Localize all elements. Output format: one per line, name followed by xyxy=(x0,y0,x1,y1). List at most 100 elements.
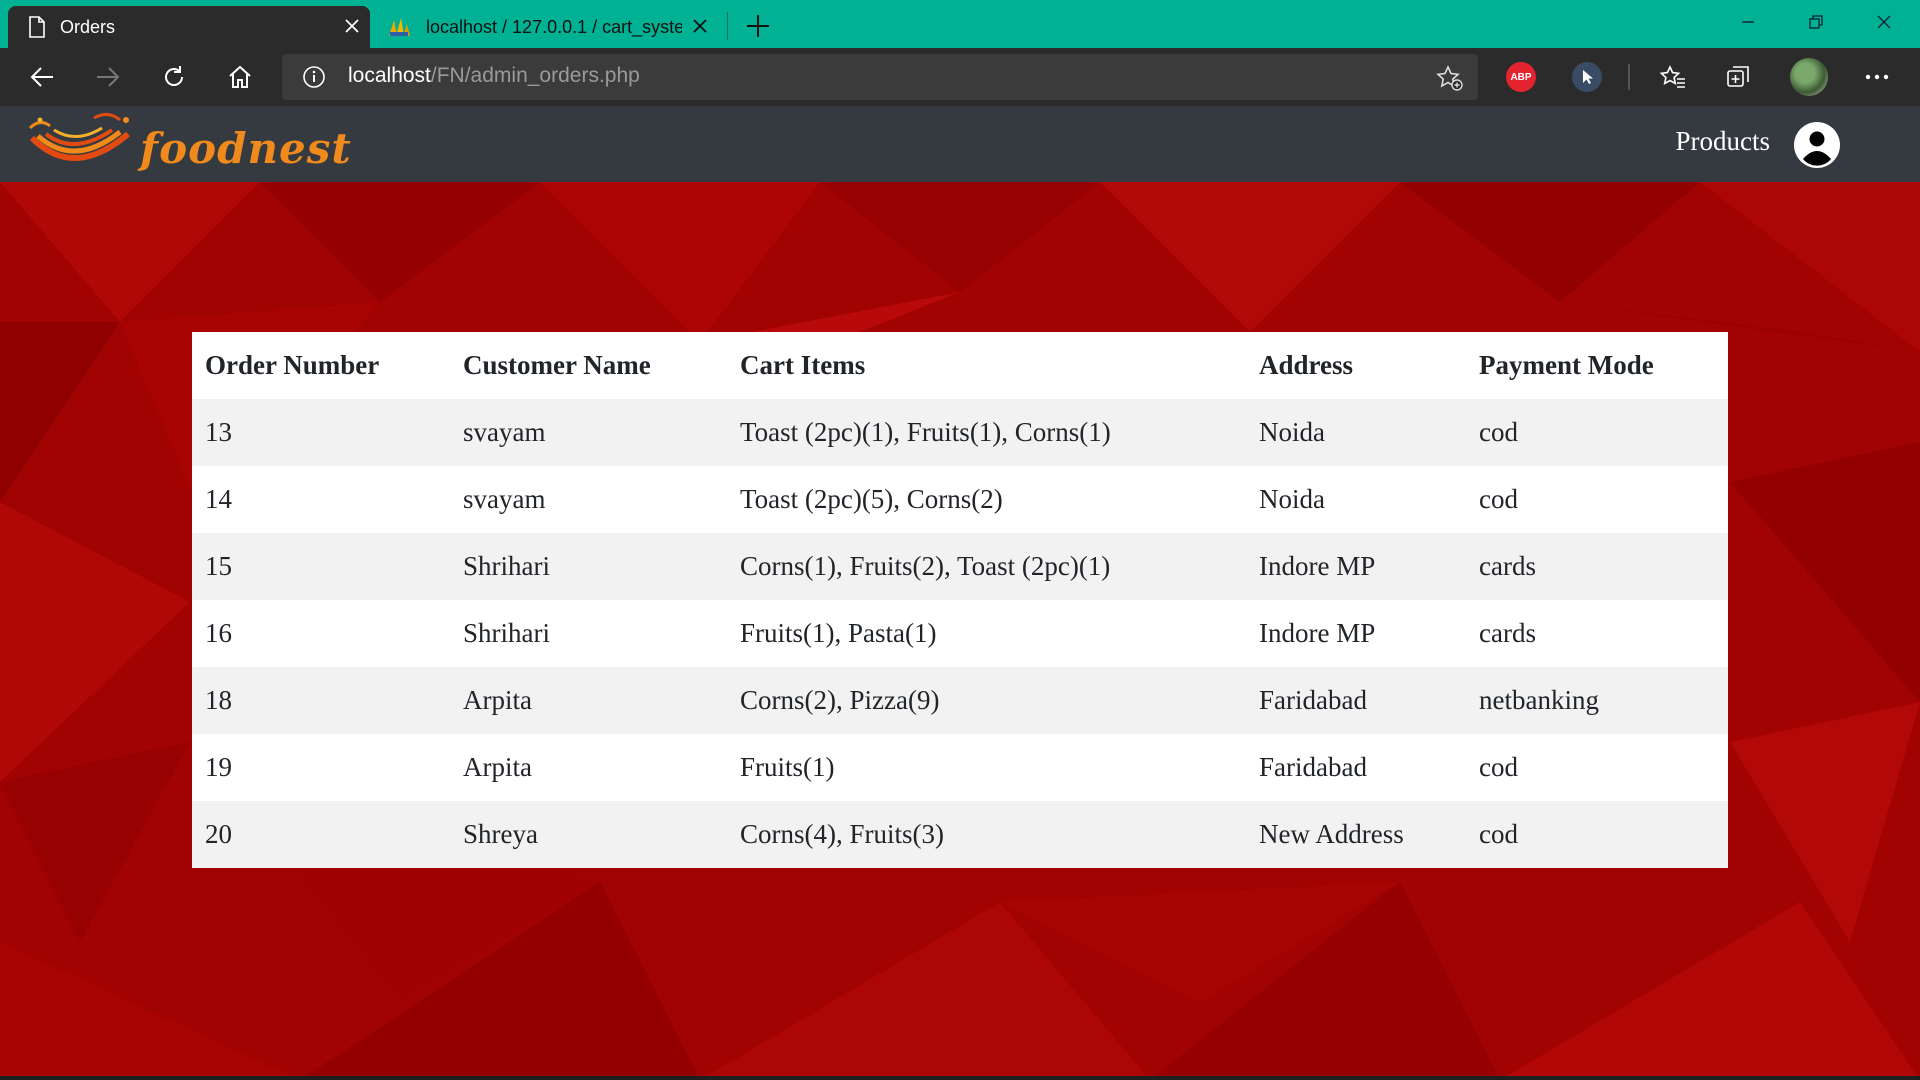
payment-mode-cell: cod xyxy=(1479,484,1518,514)
more-options-icon xyxy=(1865,74,1889,80)
cart-items-cell: Corns(4), Fruits(3) xyxy=(740,819,944,849)
minimize-icon xyxy=(1742,21,1754,23)
account-icon[interactable] xyxy=(1794,122,1840,168)
customer-name-cell: Shrihari xyxy=(463,618,550,648)
settings-more-button[interactable] xyxy=(1862,62,1892,92)
phpmyadmin-icon xyxy=(389,18,410,36)
add-favorite-icon[interactable] xyxy=(1436,64,1464,92)
orders-table-card: Order Number Customer Name Cart Items Ad… xyxy=(192,332,1728,868)
nav-products-link[interactable]: Products xyxy=(1676,126,1771,157)
order-number-cell: 15 xyxy=(205,551,232,581)
adblock-label: ABP xyxy=(1510,71,1532,83)
restore-button[interactable] xyxy=(1782,0,1850,44)
header-cart-items: Cart Items xyxy=(740,350,866,380)
cart-items-cell: Corns(2), Pizza(9) xyxy=(740,685,940,715)
info-icon[interactable] xyxy=(302,65,326,89)
nest-bowl-icon xyxy=(28,113,130,161)
favorites-list-icon xyxy=(1659,65,1685,88)
order-number-cell: 20 xyxy=(205,819,232,849)
table-row: 13 svayam Toast (2pc)(1), Fruits(1), Cor… xyxy=(192,399,1728,466)
address-cell: New Address xyxy=(1259,819,1404,849)
collections-icon xyxy=(1727,66,1749,87)
table-header-row: Order Number Customer Name Cart Items Ad… xyxy=(192,332,1728,399)
payment-mode-cell: cod xyxy=(1479,819,1518,849)
cart-items-cell: Toast (2pc)(1), Fruits(1), Corns(1) xyxy=(740,417,1111,447)
adblock-plus-icon[interactable]: ABP xyxy=(1506,62,1536,92)
table-row: 14 svayam Toast (2pc)(5), Corns(2) Noida… xyxy=(192,466,1728,533)
payment-mode-cell: cod xyxy=(1479,417,1518,447)
payment-mode-cell: cards xyxy=(1479,618,1536,648)
plus-icon xyxy=(747,15,769,37)
order-number-cell: 19 xyxy=(205,752,232,782)
close-window-button[interactable] xyxy=(1850,0,1918,44)
tab-divider xyxy=(727,12,728,40)
order-number-cell: 14 xyxy=(205,484,232,514)
tab-orders[interactable]: Orders xyxy=(8,6,370,48)
collections-button[interactable] xyxy=(1724,62,1754,92)
customer-name-cell: Shrihari xyxy=(463,551,550,581)
home-button[interactable] xyxy=(220,57,260,97)
browser-tab-bar: Orders localhost / 127.0.0.1 / cart_syst… xyxy=(0,0,1920,48)
header-order-number: Order Number xyxy=(205,350,380,380)
customer-name-cell: svayam xyxy=(463,417,546,447)
customer-name-cell: Arpita xyxy=(463,685,532,715)
tab-title: Orders xyxy=(60,16,116,37)
address-cell: Noida xyxy=(1259,417,1325,447)
header-customer-name: Customer Name xyxy=(463,350,651,380)
refresh-button[interactable] xyxy=(154,57,194,97)
payment-mode-cell: cards xyxy=(1479,551,1536,581)
site-navbar: foodnest Products xyxy=(0,106,1920,182)
orders-table: Order Number Customer Name Cart Items Ad… xyxy=(192,332,1728,868)
new-tab-button[interactable] xyxy=(740,8,776,44)
table-row: 15 Shrihari Corns(1), Fruits(2), Toast (… xyxy=(192,533,1728,600)
cursor-extension-icon[interactable] xyxy=(1572,62,1602,92)
table-row: 20 Shreya Corns(4), Fruits(3) New Addres… xyxy=(192,801,1728,868)
forward-arrow-icon xyxy=(97,67,120,87)
url-host: localhost xyxy=(348,64,431,87)
address-cell: Faridabad xyxy=(1259,752,1367,782)
table-row: 18 Arpita Corns(2), Pizza(9) Faridabad n… xyxy=(192,667,1728,734)
customer-name-cell: Shreya xyxy=(463,819,538,849)
payment-mode-cell: netbanking xyxy=(1479,685,1599,715)
order-number-cell: 16 xyxy=(205,618,232,648)
url-path: /FN/admin_orders.php xyxy=(430,64,640,87)
tab-phpmyadmin[interactable]: localhost / 127.0.0.1 / cart_system xyxy=(378,6,718,48)
restore-icon xyxy=(1809,15,1823,29)
close-tab-icon[interactable] xyxy=(682,15,718,39)
minimize-button[interactable] xyxy=(1714,0,1782,44)
tab-title: localhost / 127.0.0.1 / cart_system xyxy=(426,16,682,37)
taskbar-edge xyxy=(0,1076,1920,1080)
address-cell: Indore MP xyxy=(1259,551,1376,581)
header-address: Address xyxy=(1259,350,1354,380)
customer-name-cell: svayam xyxy=(463,484,546,514)
forward-button[interactable] xyxy=(88,57,128,97)
back-arrow-icon xyxy=(30,67,53,87)
cart-items-cell: Toast (2pc)(5), Corns(2) xyxy=(740,484,1003,514)
cart-items-cell: Fruits(1) xyxy=(740,752,835,782)
order-number-cell: 13 xyxy=(205,417,232,447)
payment-mode-cell: cod xyxy=(1479,752,1518,782)
cart-items-cell: Fruits(1), Pasta(1) xyxy=(740,618,937,648)
profile-avatar[interactable] xyxy=(1790,58,1828,96)
home-icon xyxy=(229,65,251,88)
close-icon xyxy=(1877,15,1891,29)
order-number-cell: 18 xyxy=(205,685,232,715)
address-cell: Noida xyxy=(1259,484,1325,514)
back-button[interactable] xyxy=(22,57,62,97)
cart-items-cell: Corns(1), Fruits(2), Toast (2pc)(1) xyxy=(740,551,1111,581)
address-bar[interactable]: localhost/FN/admin_orders.php xyxy=(282,54,1478,100)
table-row: 19 Arpita Fruits(1) Faridabad cod xyxy=(192,734,1728,801)
close-tab-icon[interactable] xyxy=(334,15,370,39)
address-cell: Indore MP xyxy=(1259,618,1376,648)
customer-name-cell: Arpita xyxy=(463,752,532,782)
page-icon xyxy=(29,16,45,38)
table-row: 16 Shrihari Fruits(1), Pasta(1) Indore M… xyxy=(192,600,1728,667)
logo-wordmark: foodnest xyxy=(140,124,352,173)
toolbar-divider xyxy=(1628,64,1630,90)
favorites-button[interactable] xyxy=(1658,62,1688,92)
refresh-icon xyxy=(165,66,184,86)
address-cell: Faridabad xyxy=(1259,685,1367,715)
url-text[interactable]: localhost/FN/admin_orders.php xyxy=(348,64,640,88)
foodnest-logo[interactable]: foodnest xyxy=(24,110,351,182)
header-payment-mode: Payment Mode xyxy=(1479,350,1654,380)
